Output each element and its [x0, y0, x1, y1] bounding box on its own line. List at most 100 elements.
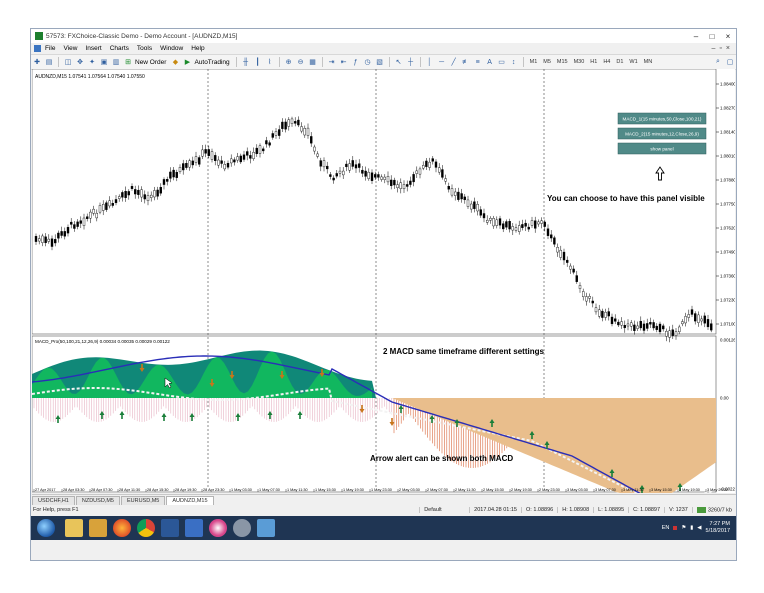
timeframe-m15[interactable]: M15 [557, 59, 568, 65]
price-label: 1.08270 [720, 106, 735, 111]
chart-shift-icon[interactable]: ⇤ [339, 57, 349, 67]
chart-window[interactable]: 1.08400 1.08270 1.08140 1.08010 1.07880 1.077… [32, 69, 735, 493]
candle-body [239, 155, 243, 163]
menu-window[interactable]: Window [160, 45, 183, 52]
volume-icon[interactable]: ◀ [697, 525, 701, 531]
menu-view[interactable]: View [63, 45, 77, 52]
time-label: 2 May 19:30 [511, 488, 532, 492]
strategy-tester-icon[interactable]: ▥ [111, 57, 121, 67]
firefox-icon[interactable] [113, 519, 131, 537]
picture-app-icon[interactable] [209, 519, 227, 537]
zoom-in-icon[interactable]: ⊕ [284, 57, 294, 67]
start-button-icon[interactable] [37, 519, 55, 537]
periods-icon[interactable]: ◷ [363, 57, 373, 67]
time-label: 3 May 07:30 [595, 488, 616, 492]
candle-body [434, 161, 438, 168]
candle-body [95, 212, 98, 219]
zoom-out-icon[interactable]: ⊖ [296, 57, 306, 67]
line-chart-icon[interactable]: ⌇ [265, 57, 275, 67]
timeframe-h1[interactable]: H1 [590, 59, 597, 65]
timeframe-h4[interactable]: H4 [603, 59, 610, 65]
new-order-button[interactable]: New Order [135, 59, 166, 66]
tab-usdchf[interactable]: USDCHF,H1 [32, 496, 75, 505]
timeframe-d1[interactable]: D1 [616, 59, 623, 65]
arrow-tool-icon[interactable]: ↕ [509, 57, 519, 67]
data-window-icon[interactable]: ✥ [75, 57, 85, 67]
toolbar: ✚ ▤ ◫ ✥ ✦ ▣ ▥ ⊞ New Order ◆ ▶ AutoTradin… [31, 54, 736, 70]
file-explorer-icon[interactable] [65, 519, 83, 537]
candle-body [284, 121, 287, 130]
tab-eurusd[interactable]: EURUSD,M5 [120, 496, 166, 505]
mdi-close-icon[interactable]: × [726, 45, 730, 52]
word-icon[interactable] [161, 519, 179, 537]
image-viewer-icon[interactable] [257, 519, 275, 537]
auto-trading-icon[interactable]: ▶ [182, 57, 192, 67]
auto-trading-button[interactable]: AutoTrading [194, 59, 229, 66]
timeframe-mn[interactable]: MN [644, 59, 653, 65]
label-tool-icon[interactable]: ▭ [497, 57, 507, 67]
new-chart-icon[interactable]: ✚ [32, 57, 42, 67]
indicator-label: 0.00 [720, 396, 729, 401]
candle-body [213, 155, 217, 161]
candle-body [274, 131, 278, 136]
terminal-icon[interactable]: ▣ [99, 57, 109, 67]
tab-nzdusd[interactable]: NZDUSD,M5 [75, 496, 120, 505]
candle-body [172, 169, 175, 178]
tile-windows-icon[interactable]: ▦ [308, 57, 318, 67]
candle-body [303, 128, 306, 136]
candle-body [703, 315, 706, 324]
mdi-minimize-icon[interactable]: – [712, 45, 716, 52]
templates-icon[interactable]: ▧ [375, 57, 385, 67]
minimize-button[interactable]: – [688, 30, 704, 43]
indicator-label: 0.001260 [720, 338, 735, 343]
horizontal-line-icon[interactable]: ─ [437, 57, 447, 67]
cursor-icon[interactable]: ↖ [394, 57, 404, 67]
bar-chart-icon[interactable]: ╫ [241, 57, 251, 67]
channel-icon[interactable]: ≢ [461, 57, 471, 67]
indicators-icon[interactable]: ƒ [351, 57, 361, 67]
navigator-icon[interactable]: ✦ [87, 57, 97, 67]
flag-icon[interactable]: ⚑ [681, 525, 686, 531]
menu-charts[interactable]: Charts [110, 45, 129, 52]
new-order-icon[interactable]: ⊞ [123, 57, 133, 67]
fxchoice-icon[interactable] [185, 519, 203, 537]
candle-body [662, 325, 665, 330]
timeframe-m30[interactable]: M30 [574, 59, 585, 65]
profiles-icon[interactable]: ▤ [44, 57, 54, 67]
candle-body [591, 300, 594, 304]
auto-scroll-icon[interactable]: ⇥ [327, 57, 337, 67]
metaeditor-icon[interactable]: ◆ [170, 57, 180, 67]
timeframe-w1[interactable]: W1 [629, 59, 637, 65]
settings-app-icon[interactable] [233, 519, 251, 537]
chat-icon[interactable]: ▢ [725, 57, 735, 67]
candlestick-icon[interactable]: ┃ [253, 57, 263, 67]
tab-audnzd[interactable]: AUDNZD,M15 [166, 496, 214, 505]
chrome-icon[interactable] [137, 519, 155, 537]
maximize-button[interactable]: □ [704, 30, 720, 43]
timeframe-m5[interactable]: M5 [543, 59, 551, 65]
candle-body [665, 330, 668, 337]
language-indicator[interactable]: EN [662, 525, 670, 531]
chart-canvas[interactable]: 1.08400 1.08270 1.08140 1.08010 1.07880 1.077… [32, 69, 735, 493]
menu-file[interactable]: File [45, 45, 55, 52]
tray-app-icon[interactable] [673, 526, 678, 530]
market-watch-icon[interactable]: ◫ [63, 57, 73, 67]
media-app-icon[interactable] [89, 519, 107, 537]
menu-tools[interactable]: Tools [137, 45, 152, 52]
menu-insert[interactable]: Insert [85, 45, 101, 52]
crosshair-icon[interactable]: ┼ [406, 57, 416, 67]
network-icon[interactable]: ▮ [690, 525, 693, 531]
clock[interactable]: 7:27 PM 5/18/2017 [706, 521, 730, 535]
close-button[interactable]: × [720, 30, 736, 43]
candle-body [674, 331, 678, 336]
text-tool-icon[interactable]: A [485, 57, 495, 67]
candle-body [329, 174, 332, 177]
price-label: 1.07490 [720, 250, 735, 255]
menu-help[interactable]: Help [191, 45, 204, 52]
search-icon[interactable]: ⌕ [713, 57, 723, 67]
timeframe-m1[interactable]: M1 [530, 59, 538, 65]
vertical-line-icon[interactable]: │ [425, 57, 435, 67]
mdi-restore-icon[interactable]: ▫ [719, 45, 721, 52]
trendline-icon[interactable]: ╱ [449, 57, 459, 67]
fibonacci-icon[interactable]: ≡ [473, 57, 483, 67]
